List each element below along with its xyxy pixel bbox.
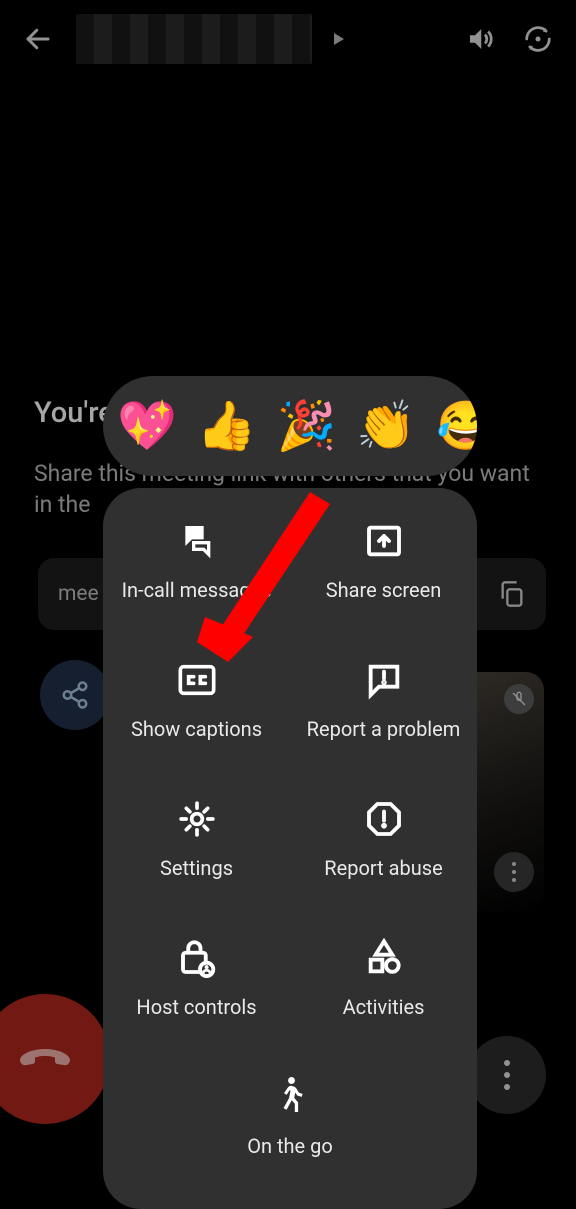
emoji-laugh[interactable]: 😂: [436, 397, 477, 456]
feedback-icon: [361, 657, 407, 703]
self-view-more-icon[interactable]: [494, 852, 534, 892]
emoji-party[interactable]: 🎉: [277, 397, 337, 456]
label: Host controls: [136, 995, 256, 1020]
meeting-link-text: mee: [58, 582, 99, 606]
show-captions-button[interactable]: Show captions: [103, 649, 290, 750]
in-call-messages-button[interactable]: In-call messages: [103, 510, 290, 611]
settings-button[interactable]: Settings: [103, 788, 290, 889]
share-screen-button[interactable]: Share screen: [290, 510, 477, 611]
label: Share screen: [326, 578, 442, 603]
label: Activities: [343, 995, 425, 1020]
lock-person-icon: [174, 935, 220, 981]
shapes-icon: [361, 935, 407, 981]
more-options-button[interactable]: [468, 1036, 546, 1114]
emoji-clap[interactable]: 👏: [356, 397, 416, 456]
host-controls-button[interactable]: Host controls: [103, 927, 290, 1028]
label: Settings: [160, 856, 233, 881]
emoji-reactions-bar: 💖 👍 🎉 👏 😂: [103, 376, 477, 476]
report-abuse-button[interactable]: Report abuse: [290, 788, 477, 889]
label: In-call messages: [122, 578, 272, 603]
copy-icon[interactable]: [498, 580, 526, 608]
walking-icon: [267, 1074, 313, 1120]
participant-title-redacted: [76, 14, 312, 64]
label: Report a problem: [307, 717, 461, 742]
emoji-heart[interactable]: 💖: [117, 397, 177, 456]
label: Show captions: [131, 717, 262, 742]
back-button[interactable]: [18, 19, 58, 59]
chat-icon: [174, 518, 220, 564]
volume-icon[interactable]: [460, 19, 500, 59]
activities-button[interactable]: Activities: [290, 927, 477, 1028]
top-bar: [0, 0, 576, 78]
label: Report abuse: [324, 856, 442, 881]
report-icon: [361, 796, 407, 842]
more-options-sheet: In-call messages Share screen Show capti…: [103, 488, 477, 1209]
mic-muted-icon: [504, 684, 534, 714]
label: On the go: [247, 1134, 333, 1159]
gear-icon: [174, 796, 220, 842]
emoji-thumbs-up[interactable]: 👍: [197, 397, 257, 456]
camera-switch-icon[interactable]: [518, 19, 558, 59]
end-call-button[interactable]: [0, 994, 110, 1124]
share-link-button[interactable]: [40, 660, 110, 730]
dropdown-icon[interactable]: [334, 33, 344, 45]
on-the-go-button[interactable]: On the go: [103, 1066, 477, 1167]
captions-icon: [174, 657, 220, 703]
present-icon: [361, 518, 407, 564]
report-problem-button[interactable]: Report a problem: [290, 649, 477, 750]
